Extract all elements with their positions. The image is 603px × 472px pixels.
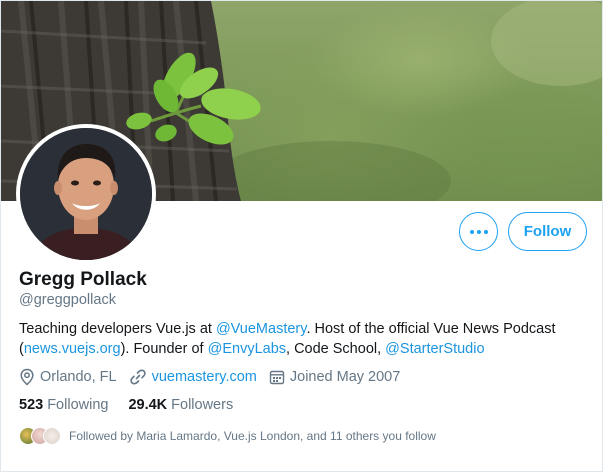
bio-link-vuemastery[interactable]: @VueMastery xyxy=(216,321,306,337)
profile-handle: @greggpollack xyxy=(19,292,116,308)
bio-text: ). Founder of xyxy=(120,341,208,357)
avatar-portrait-image xyxy=(20,128,152,260)
location-item: Orlando, FL xyxy=(19,368,117,386)
followed-by-row[interactable]: Followed by Maria Lamardo, Vue.js London… xyxy=(19,425,436,447)
calendar-icon xyxy=(269,370,285,385)
joined-text: Joined May 2007 xyxy=(289,369,401,385)
profile-card: Follow Gregg Pollack @greggpollack Teach… xyxy=(0,0,603,472)
bio-link-starterstudio[interactable]: @StarterStudio xyxy=(385,341,484,357)
followers-stat[interactable]: 29.4K Followers xyxy=(128,397,233,413)
profile-name: Gregg Pollack xyxy=(19,269,147,290)
following-label: Following xyxy=(47,397,109,413)
more-dots-icon xyxy=(469,229,488,234)
followers-label: Followers xyxy=(171,397,234,413)
website-link[interactable]: vuemastery.com xyxy=(152,369,257,385)
link-icon xyxy=(129,369,146,385)
bio-text: , Code School, xyxy=(286,341,386,357)
followers-you-know-avatars xyxy=(19,427,61,445)
bio-text: Teaching developers Vue.js at xyxy=(19,321,216,337)
bio-link-news-vuejs[interactable]: news.vuejs.org xyxy=(24,341,121,357)
website-item: vuemastery.com xyxy=(129,368,257,386)
more-options-button[interactable] xyxy=(459,212,498,251)
following-stat[interactable]: 523 Following xyxy=(19,397,108,413)
mini-avatar xyxy=(43,427,61,445)
joined-item: Joined May 2007 xyxy=(269,369,400,385)
followers-count: 29.4K xyxy=(128,397,168,413)
followed-by-text: Followed by Maria Lamardo, Vue.js London… xyxy=(69,429,436,443)
follow-button[interactable]: Follow xyxy=(508,212,587,251)
location-pin-icon xyxy=(20,368,34,386)
profile-stats: 523 Following 29.4K Followers xyxy=(19,397,253,413)
location-text: Orlando, FL xyxy=(40,369,117,385)
bio-link-envylabs[interactable]: @EnvyLabs xyxy=(208,341,286,357)
profile-meta: Orlando, FL vuemastery.com Joined May 20… xyxy=(19,367,412,387)
following-count: 523 xyxy=(19,397,44,413)
profile-bio: Teaching developers Vue.js at @VueMaster… xyxy=(19,319,589,359)
profile-avatar[interactable] xyxy=(16,124,156,264)
